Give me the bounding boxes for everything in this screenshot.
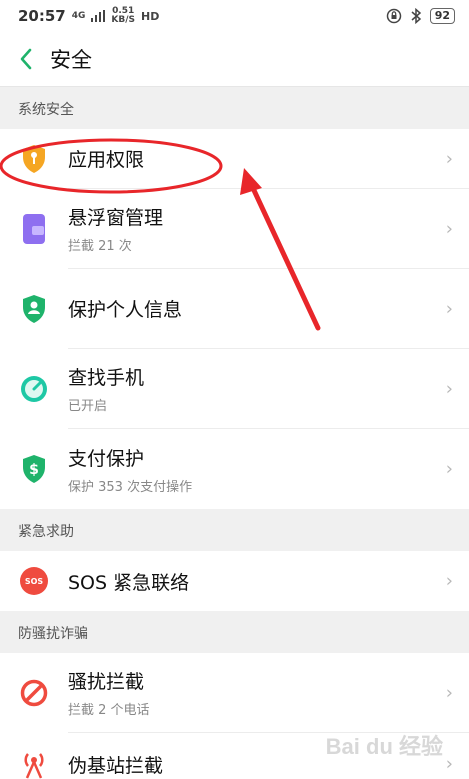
watermark: Bai du 经验 [325,734,443,759]
chevron-right-icon: › [445,458,453,480]
rotation-lock-icon [386,8,401,24]
item-subtitle: 已开启 [68,399,108,414]
section-label: 防骚扰诈骗 [18,626,88,642]
battery-level: 92 [429,8,455,24]
shield-person-icon [23,295,45,323]
item-title: 查找手机 [68,367,145,389]
net-speed-unit: KB/S [111,15,136,25]
shield-dollar-icon: $ [23,455,45,483]
list-item-payment-protection[interactable]: $ 支付保护 保护 353 次支付操作 › [0,429,469,509]
item-title: 骚扰拦截 [68,671,145,693]
hd-badge: HD [141,9,160,23]
list-item-app-permissions[interactable]: 应用权限 › [0,129,469,189]
chevron-right-icon: › [445,298,453,320]
chevron-right-icon: › [445,378,453,400]
chevron-right-icon: › [445,570,453,592]
item-title: 支付保护 [68,447,145,470]
list-item-sos[interactable]: SOS SOS 紧急联络 › [0,551,469,611]
status-bar: 20:57 4G 0.51 KB/S HD 92 [0,0,469,32]
chevron-right-icon: › [445,148,453,170]
back-button[interactable] [14,45,38,73]
item-subtitle: 保护 353 次支付操作 [68,479,193,495]
section-header-emergency: 紧急求助 [0,509,469,551]
sos-icon: SOS [20,567,48,595]
item-title: 应用权限 [68,149,145,171]
back-arrow-icon [20,48,32,70]
section-header-anti-harassment: 防骚扰诈骗 [0,611,469,653]
item-title: SOS 紧急联络 [68,571,190,594]
page-title: 安全 [50,48,92,72]
item-subtitle: 拦截 2 个电话 [68,703,150,718]
list-item-find-phone[interactable]: 查找手机 已开启 › [0,349,469,429]
network-type: 4G [71,10,86,21]
floating-window-icon [23,214,45,244]
list-item-personal-info[interactable]: 保护个人信息 › [0,269,469,349]
chevron-right-icon: › [445,218,453,240]
svg-text:$: $ [29,462,39,478]
status-time: 20:57 [18,7,66,25]
list-item-harassment-block[interactable]: 骚扰拦截 拦截 2 个电话 › [0,653,469,733]
chevron-right-icon: › [445,753,453,775]
item-title: 悬浮窗管理 [68,207,164,229]
block-icon [20,679,48,707]
bluetooth-icon [411,8,421,24]
signal-icon [91,10,106,22]
find-phone-icon [21,376,47,402]
section-label: 系统安全 [18,102,74,118]
list-item-floating-window[interactable]: 悬浮窗管理 拦截 21 次 › [0,189,469,269]
page-header: 安全 [0,32,469,87]
section-label: 紧急求助 [18,524,74,540]
section-header-system-security: 系统安全 [0,87,469,129]
shield-key-icon [23,145,45,173]
chevron-right-icon: › [445,682,453,704]
item-title: 保护个人信息 [68,299,183,321]
antenna-icon [24,753,44,779]
item-subtitle: 拦截 21 次 [68,239,132,254]
